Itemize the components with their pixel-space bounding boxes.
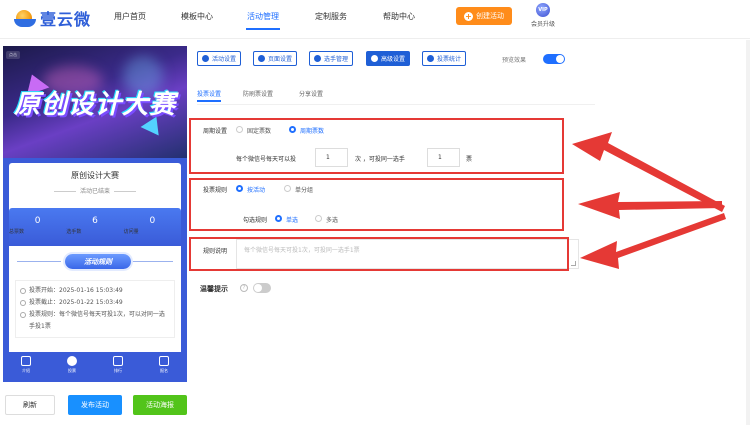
stat-total-votes: 0 总票数 [9, 208, 66, 246]
mobile-preview: 点击 原创设计大赛 原创设计大赛 活动已结束 0 总票数 6 选手数 0 访问量… [3, 46, 187, 382]
tab-page-settings[interactable]: 页面设置 [253, 51, 298, 66]
highlight-box-description [189, 237, 569, 271]
refresh-button[interactable]: 刷新 [5, 395, 55, 415]
activity-state: 活动已结束 [9, 186, 181, 195]
preview-tab-rank[interactable]: 排行 [95, 352, 141, 382]
stat-value: 0 [34, 216, 41, 226]
top-divider [0, 38, 750, 39]
info-row-rule: 投票规则：每个微信号每天可投1次，可以对同一选手投1票 [20, 309, 170, 333]
subtab-divider [197, 104, 595, 105]
tab-label: 页面设置 [268, 56, 293, 63]
highlight-box-rules [189, 178, 564, 231]
stat-label: 选手数 [66, 229, 82, 235]
plus-icon: + [464, 11, 473, 21]
tab-label: 投票统计 [437, 56, 462, 63]
stat-contestants: 6 选手数 [66, 208, 123, 246]
subtab-active-indicator [197, 100, 221, 102]
highlight-box-period [189, 118, 564, 174]
preview-tab-intro[interactable]: 介绍 [3, 352, 49, 382]
stat-value: 0 [149, 216, 156, 226]
gear-icon [258, 55, 265, 62]
tab-activity-settings[interactable]: 活动设置 [197, 51, 242, 66]
preview-body: 活动规则 投票开始：2025-01-16 15:03:49 投票截止：2025-… [9, 246, 181, 362]
nav-item-activities[interactable]: 活动管理 [247, 11, 279, 22]
activity-rules-pill[interactable]: 活动规则 [65, 254, 131, 269]
brand-name: 壹云微 [40, 10, 92, 29]
clock-icon [20, 312, 26, 318]
tab-label: 活动设置 [212, 56, 237, 63]
preview-effect-toggle[interactable] [543, 54, 565, 64]
activity-name: 原创设计大赛 [71, 171, 119, 180]
tab-vote-stats[interactable]: 投票统计 [422, 51, 467, 66]
resize-grip-icon[interactable] [571, 261, 576, 266]
create-activity-label: 创建活动 [476, 12, 504, 20]
create-activity-button[interactable]: + 创建活动 [456, 7, 512, 25]
stat-visits: 0 访问量 [124, 208, 181, 246]
app-root: 壹云微 用户首页 模板中心 活动管理 定制服务 帮助中心 + 创建活动 VIP … [0, 0, 750, 425]
rank-icon [113, 356, 123, 366]
tab-label: 排行 [114, 368, 122, 373]
arrow-pointer-2 [578, 192, 722, 219]
user-icon [159, 356, 169, 366]
intro-icon [21, 356, 31, 366]
preview-tabbar: 介绍 投票 排行 报名 [3, 352, 187, 382]
tab-advanced-settings[interactable]: 高级设置 [366, 51, 411, 66]
banner-tag: 点击 [6, 51, 20, 59]
banner-title: 原创设计大赛 [13, 90, 176, 120]
vip-upgrade[interactable]: VIP 会员升级 [528, 3, 558, 28]
info-text: 投票开始：2025-01-16 15:03:49 [29, 287, 123, 294]
vip-badge-icon: VIP [536, 3, 550, 17]
nav-item-custom[interactable]: 定制服务 [315, 11, 347, 22]
info-text: 投票截止：2025-01-22 15:03:49 [29, 299, 123, 306]
vip-label: 会员升级 [530, 21, 555, 28]
gear-icon [202, 55, 209, 62]
clock-icon [20, 288, 26, 294]
tab-contestants[interactable]: 选手管理 [309, 51, 354, 66]
top-nav: 壹云微 用户首页 模板中心 活动管理 定制服务 帮助中心 + 创建活动 VIP … [0, 0, 750, 36]
vote-info: 投票开始：2025-01-16 15:03:49 投票截止：2025-01-22… [15, 280, 175, 338]
tab-label: 高级设置 [381, 56, 406, 63]
logo-icon [14, 8, 36, 28]
tab-label: 投票 [68, 368, 76, 373]
help-icon[interactable]: ? [240, 284, 248, 292]
brand-logo[interactable]: 壹云微 [14, 6, 91, 30]
clock-icon [20, 300, 26, 306]
info-text: 投票规则：每个微信号每天可投1次，可以对同一选手投1票 [29, 311, 165, 330]
stat-label: 访问量 [123, 229, 139, 235]
info-row-end: 投票截止：2025-01-22 15:03:49 [20, 297, 170, 309]
preview-effect-label: 预览效果 [502, 57, 527, 64]
nav-item-home[interactable]: 用户首页 [114, 11, 146, 22]
warm-tip-label: 温馨提示 [200, 285, 228, 293]
subtab-vote-settings[interactable]: 投票设置 [197, 89, 221, 98]
arrow-pointer-3 [580, 213, 726, 269]
stat-label: 总票数 [9, 229, 25, 235]
stats-bar: 0 总票数 6 选手数 0 访问量 [9, 208, 181, 246]
publish-button[interactable]: 发布活动 [68, 395, 122, 415]
stat-value: 6 [92, 216, 98, 226]
info-row-start: 投票开始：2025-01-16 15:03:49 [20, 285, 170, 297]
warm-tip-toggle[interactable] [253, 283, 271, 293]
tab-label: 报名 [160, 368, 168, 373]
users-icon [314, 55, 321, 62]
vote-icon [67, 356, 77, 366]
subtab-anti-fraud[interactable]: 防刷票设置 [243, 89, 273, 98]
rule-divider-right [129, 261, 173, 262]
nav-item-templates[interactable]: 模板中心 [181, 11, 213, 22]
page-scrollbar[interactable] [746, 40, 750, 425]
nav-item-help[interactable]: 帮助中心 [383, 11, 415, 22]
nav-active-indicator [246, 28, 280, 30]
preview-tab-signup[interactable]: 报名 [141, 352, 187, 382]
sliders-icon [371, 55, 378, 62]
tab-label: 介绍 [22, 368, 30, 373]
arrow-pointer-1 [572, 132, 725, 212]
preview-tab-vote[interactable]: 投票 [49, 352, 95, 382]
subtab-share[interactable]: 分享设置 [299, 89, 323, 98]
poster-button[interactable]: 活动海报 [133, 395, 187, 415]
rule-divider-left [17, 261, 61, 262]
chart-icon [427, 55, 434, 62]
tab-label: 选手管理 [324, 56, 349, 63]
